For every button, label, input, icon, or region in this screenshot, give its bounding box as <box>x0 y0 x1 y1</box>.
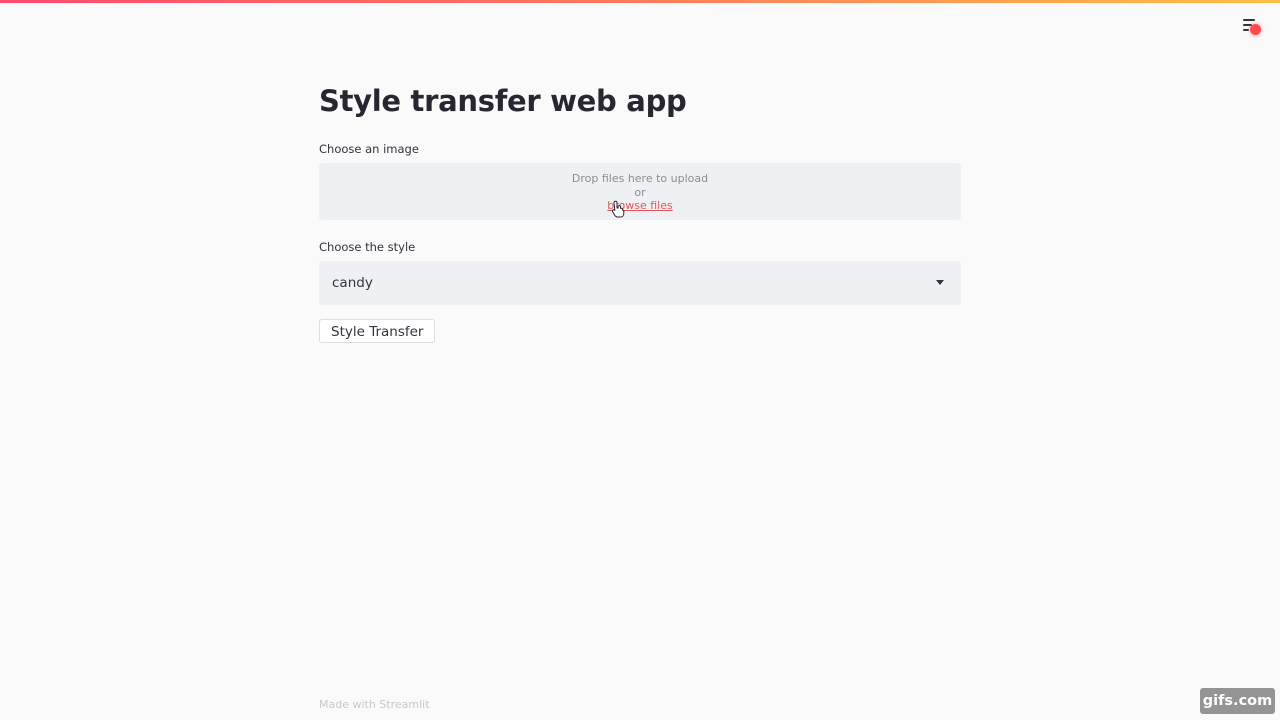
dropzone-instructions: Drop files here to upload <box>571 172 709 185</box>
style-select[interactable]: candy <box>319 261 961 305</box>
notification-dot <box>1250 24 1261 35</box>
caret-down-icon <box>936 280 944 285</box>
style-select-value: candy <box>332 275 373 291</box>
page-title: Style transfer web app <box>319 84 687 118</box>
hand-pointer-icon <box>611 200 625 218</box>
style-transfer-button[interactable]: Style Transfer <box>319 319 436 343</box>
menu-line <box>1243 29 1249 31</box>
gifs-watermark: gifs.com <box>1200 688 1275 714</box>
style-select-label: Choose the style <box>319 240 416 254</box>
image-uploader-label: Choose an image <box>319 142 419 156</box>
hamburger-menu-icon[interactable] <box>1239 14 1263 38</box>
dropzone-or-text: or <box>634 186 646 199</box>
header-decoration-bar <box>0 0 1280 3</box>
footer-text: Made with Streamlit <box>319 698 430 711</box>
menu-line <box>1243 19 1255 21</box>
file-dropzone[interactable]: Drop files here to upload or browse file… <box>319 163 961 220</box>
